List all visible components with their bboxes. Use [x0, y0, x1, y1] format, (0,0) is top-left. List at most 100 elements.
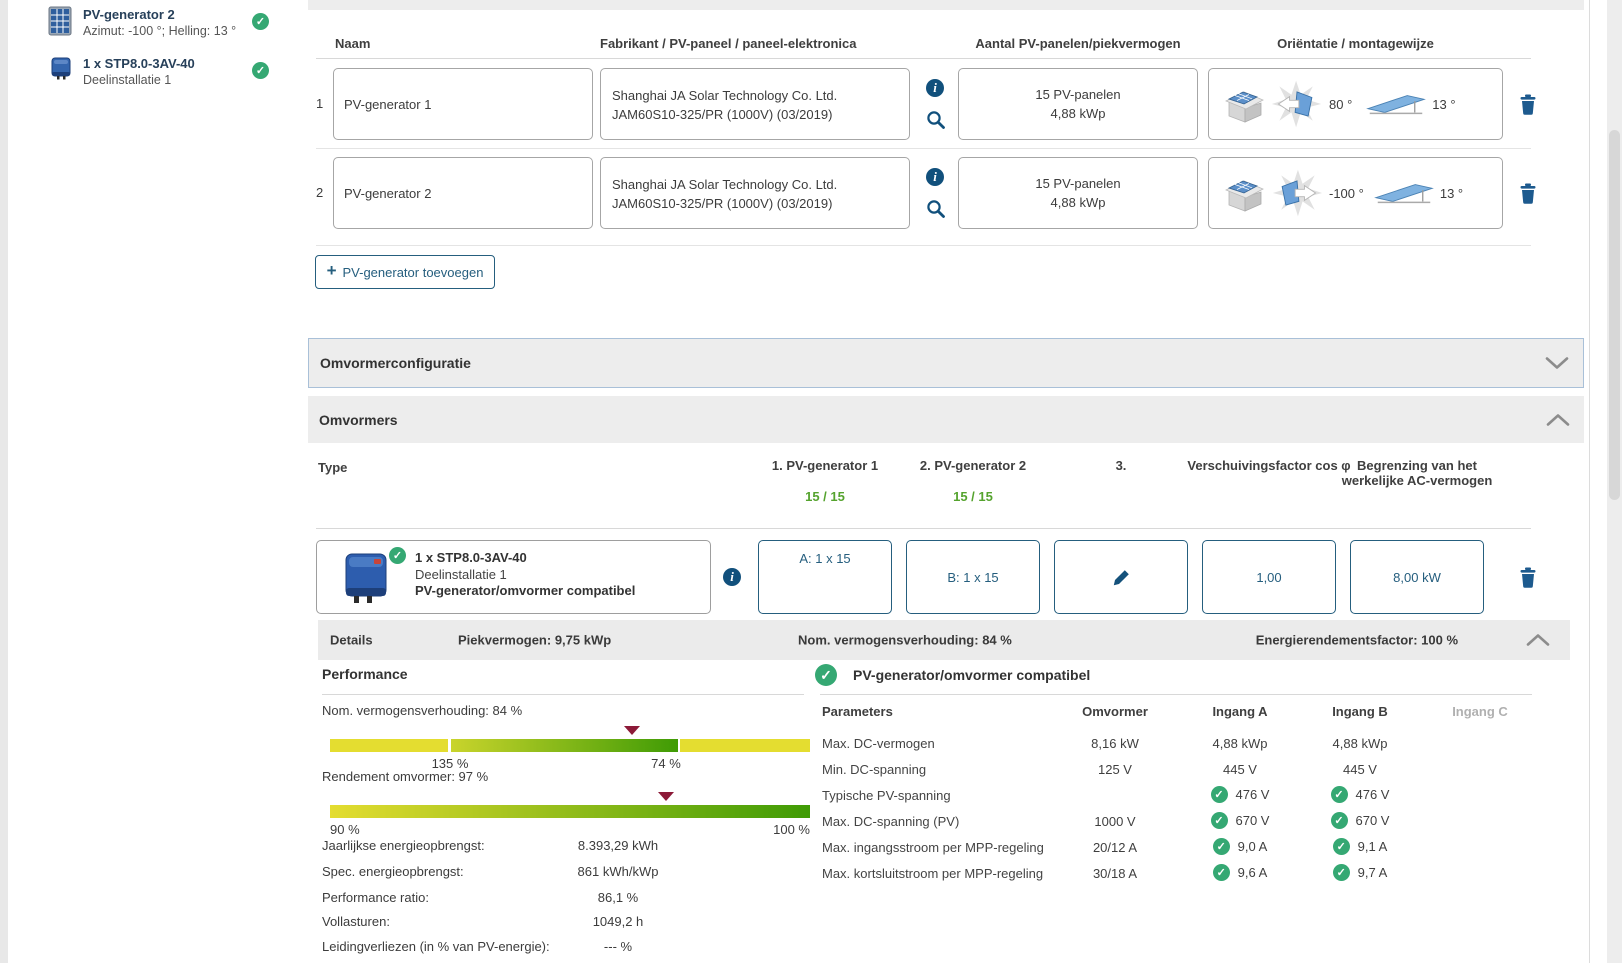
inverter-efficiency-gauge: 90 % 100 %	[330, 792, 810, 838]
inverter-subtitle: Deelinstallatie 1	[415, 567, 507, 582]
pv-generator-row: 1 Shanghai JA Solar Technology Co. Ltd. …	[308, 68, 1586, 140]
tilt-value: 13 °	[1432, 96, 1456, 112]
gauge-tick: 100 %	[773, 822, 810, 837]
panel-count: 15 PV-panelen	[1035, 87, 1121, 102]
omvormers-section-header[interactable]: Omvormers	[308, 396, 1584, 443]
compatibility-check-icon: ✓	[815, 664, 837, 686]
assigned-count-1: 15 / 15	[805, 489, 845, 504]
info-icon[interactable]: i	[926, 79, 944, 97]
sidebar-item-pv-generator-2[interactable]: PV-generator 2 Azimut: -100 °; Helling: …	[8, 6, 292, 52]
panel-count-box[interactable]: 15 PV-panelen 4,88 kWp	[958, 157, 1198, 229]
column-header-fabrikant: Fabrikant / PV-paneel / paneel-elektroni…	[600, 36, 857, 51]
add-pv-generator-button[interactable]: + PV-generator toevoegen	[315, 255, 495, 289]
ok-check-icon: ✓	[1212, 864, 1230, 881]
panel-count-box[interactable]: 15 PV-panelen 4,88 kWp	[958, 68, 1198, 140]
param-ingang-a: ✓ 9,6 A	[1185, 864, 1295, 881]
param-ingang-b: ✓ 476 V	[1305, 786, 1415, 803]
ok-check-icon: ✓	[1332, 864, 1350, 881]
pencil-icon	[1113, 569, 1129, 585]
generator-name-input[interactable]	[334, 69, 592, 139]
assignment-input-3[interactable]	[1054, 540, 1188, 614]
inverter-select-box[interactable]: ✓ 1 x STP8.0-3AV-40 Deelinstallatie 1 PV…	[316, 540, 711, 614]
vertical-scrollbar[interactable]	[1607, 0, 1622, 963]
sidebar-item-subtitle: Deelinstallatie 1	[83, 73, 172, 87]
details-label: Details	[330, 632, 373, 648]
pv-generator-row: 2 Shanghai JA Solar Technology Co. Ltd. …	[308, 157, 1586, 229]
compat-header-parameters: Parameters	[822, 704, 893, 719]
param-ingang-b: ✓ 9,7 A	[1305, 864, 1415, 881]
delete-icon[interactable]	[1518, 93, 1538, 115]
assigned-count-2: 15 / 15	[953, 489, 993, 504]
search-icon[interactable]	[926, 199, 946, 219]
assignment-input-a[interactable]: A: 1 x 15	[758, 540, 892, 614]
ok-check-icon: ✓	[252, 13, 269, 30]
column-header-ac-limit: Begrenzing van het werkelijke AC-vermoge…	[1341, 458, 1493, 488]
power-ratio-gauge: 135 % 74 %	[330, 726, 810, 772]
divider	[322, 694, 804, 695]
chevron-down-icon[interactable]	[1545, 357, 1569, 370]
power-ratio-summary: Nom. vermogensverhouding: 84 %	[798, 632, 1012, 648]
param-label: Max. DC-vermogen	[822, 736, 935, 751]
azimuth-value: 80 °	[1329, 96, 1353, 112]
param-ingang-a: ✓ 476 V	[1185, 786, 1295, 803]
azimuth-value: -100 °	[1329, 185, 1364, 201]
previous-section-edge	[308, 0, 1584, 10]
sidebar-item-subtitle: Azimut: -100 °; Helling: 13 °	[83, 24, 237, 38]
performance-title: Performance	[322, 666, 408, 682]
inverter-title: 1 x STP8.0-3AV-40	[415, 550, 527, 565]
plus-icon: +	[326, 261, 337, 280]
generator-name-field	[333, 68, 593, 140]
tilt-value: 13 °	[1439, 185, 1464, 201]
param-ingang-a: ✓ 670 V	[1185, 812, 1295, 829]
orientation-box[interactable]: -100 ° 13 °	[1208, 157, 1503, 229]
param-omvormer: 30/18 A	[1092, 866, 1138, 881]
sidebar-item-inverter[interactable]: 1 x STP8.0-3AV-40 Deelinstallatie 1 ✓	[8, 55, 292, 101]
row-number: 2	[316, 185, 324, 200]
param-omvormer: 1000 V	[1094, 814, 1136, 829]
ac-limit-input[interactable]: 8,00 kW	[1350, 540, 1484, 614]
divider	[820, 694, 1532, 695]
omvormerconfiguratie-section-header[interactable]: Omvormerconfiguratie	[308, 338, 1584, 388]
stat-value: 8.393,29 kWh	[577, 838, 659, 853]
ok-check-icon: ✓	[1330, 786, 1348, 803]
ok-check-icon: ✓	[1210, 786, 1228, 803]
stat-label: Spec. energieopbrengst:	[322, 864, 464, 879]
assignment-input-b[interactable]: B: 1 x 15	[906, 540, 1040, 614]
panel-model: JAM60S10-325/PR (1000V) (03/2019)	[612, 196, 833, 211]
param-label: Max. ingangsstroom per MPP-regeling	[822, 840, 1044, 855]
compat-header-ingang-b: Ingang B	[1332, 704, 1388, 719]
chevron-up-icon[interactable]	[1526, 634, 1550, 647]
gauge-marker	[624, 726, 641, 735]
azimuth-compass-icon	[1271, 80, 1322, 128]
info-icon[interactable]: i	[723, 568, 741, 586]
chevron-up-icon[interactable]	[1546, 413, 1570, 426]
info-icon[interactable]: i	[926, 168, 944, 186]
orientation-box[interactable]: 80 ° 13 °	[1208, 68, 1503, 140]
column-header-naam: Naam	[335, 36, 371, 51]
generator-name-input[interactable]	[334, 158, 592, 228]
left-edge-strip	[0, 0, 8, 963]
house-icon	[1225, 91, 1264, 123]
column-header-type: Type	[318, 460, 348, 475]
generator-name-field	[333, 157, 593, 229]
param-label: Typische PV-spanning	[822, 788, 951, 803]
gauge-label: Nom. vermogensverhouding: 84 %	[322, 703, 523, 718]
scrollbar-thumb[interactable]	[1609, 130, 1620, 500]
ok-check-icon: ✓	[1332, 838, 1350, 855]
cos-phi-input[interactable]: 1,00	[1202, 540, 1336, 614]
pv-module-icon	[48, 6, 72, 39]
delete-icon[interactable]	[1518, 182, 1538, 204]
search-icon[interactable]	[926, 110, 946, 130]
panel-select-box[interactable]: Shanghai JA Solar Technology Co. Ltd. JA…	[600, 68, 910, 140]
param-ingang-a: 445 V	[1223, 762, 1257, 777]
panel-count: 15 PV-panelen	[1035, 176, 1121, 191]
azimuth-compass-icon	[1272, 169, 1323, 217]
stat-value: 1049,2 h	[592, 914, 644, 929]
inverter-image	[345, 553, 387, 604]
details-toggle-bar[interactable]: Details Piekvermogen: 9,75 kWp Nom. verm…	[318, 620, 1570, 660]
param-omvormer: 20/12 A	[1092, 840, 1138, 855]
row-number: 1	[316, 96, 324, 111]
param-label: Min. DC-spanning	[822, 762, 927, 777]
panel-select-box[interactable]: Shanghai JA Solar Technology Co. Ltd. JA…	[600, 157, 910, 229]
delete-icon[interactable]	[1518, 566, 1538, 588]
